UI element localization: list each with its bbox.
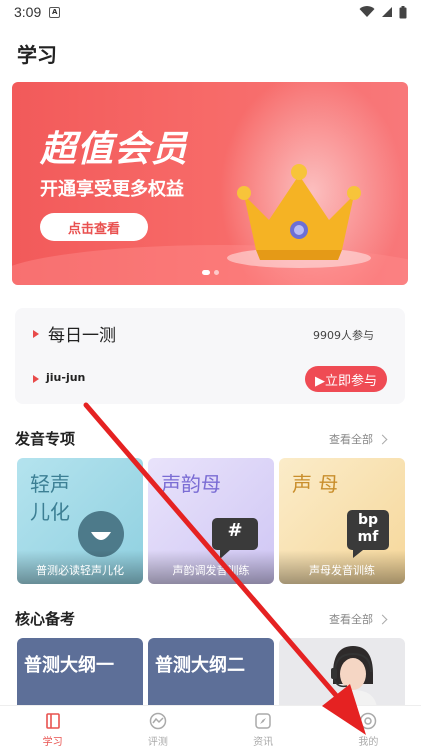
card-big-text: 声韵母 <box>161 472 221 496</box>
bottom-tab-bar: 学习 评测 资讯 我的 <box>0 705 421 750</box>
banner-pagination <box>202 270 219 275</box>
exam-card-outline-2[interactable]: 普测大纲二 <box>148 638 274 708</box>
category-card-initials-finals[interactable]: 声韵母 # 声韵调发音训练 <box>148 458 274 584</box>
chart-icon <box>149 712 167 730</box>
tab-study[interactable]: 学习 <box>0 706 105 750</box>
exam-card-label: 普测大纲一 <box>24 655 114 676</box>
card-badge: # <box>227 520 243 541</box>
tab-evaluation[interactable]: 评测 <box>105 706 210 750</box>
exam-card-outline-1[interactable]: 普测大纲一 <box>17 638 143 708</box>
tab-label: 评测 <box>147 737 168 748</box>
card-caption: 普测必读轻声儿化 <box>17 550 143 584</box>
view-all-label: 查看全部 <box>329 613 373 626</box>
card-caption: 声母发音训练 <box>279 550 405 584</box>
daily-participant-count: 9909人参与 <box>313 329 374 342</box>
card-badge-line2: mf <box>357 529 379 545</box>
signal-icon <box>382 7 392 17</box>
banner-dot-active <box>202 270 210 275</box>
crown-icon <box>227 164 371 268</box>
exam-view-all[interactable]: 查看全部 <box>329 611 388 627</box>
category-card-initials[interactable]: 声 母 bp mf 声母发音训练 <box>279 458 405 584</box>
category-card-neutral-tone[interactable]: 轻声 儿化 普测必读轻声儿化 <box>17 458 143 584</box>
pronunciation-section-title: 发音专项 <box>15 430 76 448</box>
banner-dot <box>214 270 219 275</box>
compass-icon <box>255 713 271 729</box>
profile-icon <box>360 712 377 730</box>
exam-section-title: 核心备考 <box>15 610 76 628</box>
book-icon <box>45 713 60 729</box>
join-now-button[interactable]: ▶立即参与 <box>305 366 387 392</box>
card-big-text: 轻声 儿化 <box>30 470 70 526</box>
page-title: 学习 <box>17 43 57 67</box>
daily-title: 每日一测 <box>48 326 116 346</box>
exam-card-label: 普测大纲二 <box>155 655 245 676</box>
vip-banner[interactable]: 超值会员 开通享受更多权益 点击查看 <box>12 82 408 285</box>
card-big-line1: 轻声 <box>30 472 70 496</box>
card-badge-line1: bp <box>357 512 379 528</box>
status-time: 3:09 <box>14 4 42 20</box>
word-marker-icon <box>33 375 39 383</box>
tab-label: 我的 <box>358 737 379 748</box>
notification-a-icon: A <box>49 6 61 18</box>
status-bar: 3:09 A <box>0 0 421 24</box>
banner-title: 超值会员 <box>40 129 189 170</box>
title-marker-icon <box>33 330 39 338</box>
exam-card-teacher[interactable] <box>279 638 405 708</box>
card-badge: bp mf <box>345 512 391 546</box>
card-caption: 声韵调发音训练 <box>148 550 274 584</box>
tab-label: 学习 <box>42 737 63 748</box>
pronunciation-view-all[interactable]: 查看全部 <box>329 431 388 447</box>
chevron-right-icon <box>377 434 388 444</box>
banner-view-button[interactable]: 点击查看 <box>40 213 148 241</box>
banner-subtitle: 开通享受更多权益 <box>40 179 184 200</box>
battery-icon <box>399 5 407 18</box>
tab-profile[interactable]: 我的 <box>316 706 421 750</box>
teacher-avatar-icon <box>329 646 377 708</box>
status-icons <box>359 5 407 19</box>
card-big-line2: 儿化 <box>30 500 70 524</box>
view-all-label: 查看全部 <box>329 433 373 446</box>
tab-label: 资讯 <box>253 737 274 748</box>
wifi-icon <box>359 6 375 18</box>
chevron-right-icon <box>377 614 388 624</box>
daily-test-card[interactable]: 每日一测 9909人参与 jiu-jun ▶立即参与 <box>15 308 405 404</box>
card-big-text: 声 母 <box>292 472 339 496</box>
daily-word: jiu-jun <box>46 371 86 384</box>
tab-news[interactable]: 资讯 <box>211 706 316 750</box>
